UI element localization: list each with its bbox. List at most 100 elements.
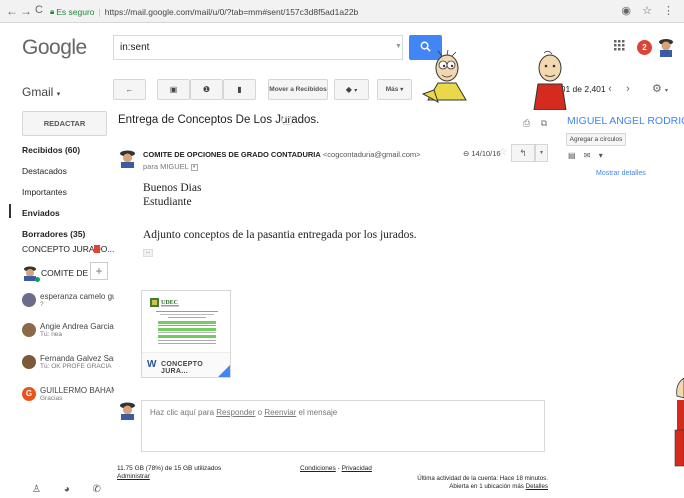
- forward-link[interactable]: Reenviar: [264, 408, 296, 417]
- attachment-preview: UDEC: [146, 294, 228, 352]
- privacy-link[interactable]: Privacidad: [342, 465, 372, 472]
- trash-icon: ▮: [237, 85, 242, 94]
- google-logo[interactable]: Google: [22, 36, 87, 60]
- word-document-icon: W: [147, 359, 157, 370]
- account-avatar[interactable]: [657, 37, 675, 57]
- avatar: G: [22, 387, 36, 401]
- sidebar-item-starred[interactable]: Destacados: [22, 165, 120, 186]
- back-arrow-icon: ←: [125, 85, 134, 94]
- hangouts-bottom-icons[interactable]: ♙ ◕ ✆: [32, 484, 111, 495]
- show-trimmed-content-button[interactable]: ...: [143, 249, 153, 257]
- sender-avatar: [120, 150, 135, 168]
- search-input[interactable]: in:sent: [113, 35, 403, 60]
- add-contact-button[interactable]: +: [90, 262, 108, 280]
- terms-links: Condiciones - Privacidad: [300, 465, 372, 472]
- document-thumbnail: UDEC: [150, 298, 218, 344]
- label-icon: ◆: [345, 85, 352, 94]
- sidebar-item-inbox[interactable]: Recibidos (60): [22, 144, 120, 165]
- contact-panel-name[interactable]: MIGUEL ANGEL RODRIG...: [567, 115, 684, 127]
- body-greeting: Buenos Dias: [143, 182, 202, 194]
- manage-storage-link[interactable]: Administrar: [117, 473, 150, 480]
- pagination-count: 301 de 2,401: [556, 84, 606, 94]
- back-to-list-button[interactable]: ←: [113, 79, 146, 100]
- reply-link[interactable]: Responder: [216, 408, 255, 417]
- storage-info: 11.75 GB (78%) de 15 GB utilizados Admin…: [117, 465, 221, 481]
- account-activity: Última actividad de la cuenta: Hace 18 m…: [415, 475, 548, 491]
- apps-grid-icon[interactable]: [614, 40, 625, 54]
- show-details-link[interactable]: Mostrar detalles: [596, 170, 646, 177]
- storage-usage: 11.75 GB (78%) de 15 GB utilizados: [117, 465, 222, 472]
- sender-email: <cogcontaduria@gmail.com>: [322, 150, 421, 159]
- more-actions-button[interactable]: Más ▾: [377, 79, 412, 100]
- chevron-down-icon: ▾: [539, 150, 543, 156]
- move-to-inbox-button[interactable]: Mover a Recibidos: [268, 79, 328, 100]
- lock-icon: 🔒︎: [50, 6, 55, 16]
- chevron-down-icon: ▾: [400, 87, 404, 93]
- contact-item[interactable]: Angie Andrea Garcia Tú: nea: [22, 322, 114, 338]
- sidebar-item-important[interactable]: Importantes: [22, 186, 120, 207]
- my-avatar: [120, 402, 135, 420]
- show-details-dropdown-icon[interactable]: ▾: [190, 163, 198, 171]
- secure-label: Es seguro: [56, 6, 95, 17]
- attachment-footer: W CONCEPTO JURA...: [142, 352, 230, 377]
- labels-button[interactable]: ◆ ▾: [334, 79, 369, 100]
- contact-item[interactable]: Fernanda Galvez Sal Tú: OK PROFE GRACIA: [22, 354, 114, 370]
- sender-name[interactable]: COMITE DE OPCIONES DE GRADO CONTADURIA: [143, 150, 321, 159]
- gmail-menu-label: Gmail: [22, 85, 54, 99]
- cartoon-character-overlay: [674, 378, 684, 467]
- back-arrow-icon[interactable]: ←: [6, 4, 18, 18]
- sidebar-label-concepto[interactable]: CONCEPTO JURADO...: [22, 244, 114, 254]
- reply-button[interactable]: ↰: [511, 144, 535, 162]
- gear-icon: ⚙: [652, 83, 662, 95]
- delete-button[interactable]: ▮: [223, 79, 256, 100]
- address-bar[interactable]: 🔒︎ Es seguro | https://mail.google.com/m…: [50, 3, 670, 20]
- url-text[interactable]: https://mail.google.com/mail/u/0/?tab=mm…: [105, 7, 359, 17]
- sender-line: COMITE DE OPCIONES DE GRADO CONTADURIA <…: [143, 150, 421, 159]
- cartoon-character-overlay: [533, 50, 567, 110]
- date-text: 14/10/16: [471, 149, 501, 158]
- folder-list: Recibidos (60) Destacados Importantes En…: [22, 144, 120, 249]
- settings-button[interactable]: ⚙ ▾: [645, 79, 675, 100]
- reply-prompt-pre: Haz clic aquí para: [150, 408, 217, 417]
- next-page-button[interactable]: ›: [619, 79, 637, 100]
- contact-item[interactable]: G GUILLERMO BAHAM Gracias: [22, 386, 114, 402]
- activity-details-link[interactable]: Detalles: [526, 483, 548, 490]
- terms-link[interactable]: Condiciones: [300, 465, 336, 472]
- contact-last-message: Gracias: [40, 395, 63, 402]
- forward-arrow-icon[interactable]: →: [20, 4, 32, 18]
- search-icon: [420, 41, 431, 52]
- contact-name: GUILLERMO BAHAM: [40, 386, 114, 395]
- contact-last-message: Tú: OK PROFE GRACIA: [40, 363, 112, 370]
- search-options-caret-icon[interactable]: ▼: [395, 43, 402, 50]
- print-expand-icons[interactable]: ⎙ ⧉: [523, 118, 551, 129]
- reply-prompt-post: el mensaje: [296, 408, 338, 417]
- message-date: ⊖ 14/10/16: [463, 149, 501, 158]
- label-tag-icon[interactable]: [282, 117, 292, 125]
- reply-icon: ↰: [519, 148, 527, 158]
- contact-name: Fernanda Galvez Sal: [40, 354, 114, 363]
- reload-icon[interactable]: C: [35, 4, 43, 16]
- gmail-menu[interactable]: Gmail ▾: [22, 85, 60, 99]
- browser-toolbar: ← → C 🔒︎ Es seguro | https://mail.google…: [0, 0, 684, 23]
- contact-name: Angie Andrea Garcia: [40, 322, 114, 331]
- star-icon[interactable]: ☆: [498, 147, 507, 158]
- add-to-circles-button[interactable]: Agregar a círculos: [566, 133, 626, 146]
- contact-panel-icons[interactable]: ▤ ✉ ▾: [568, 151, 606, 160]
- contact-last-message: ?: [40, 301, 44, 308]
- sidebar-item-sent[interactable]: Enviados: [22, 207, 120, 228]
- browser-actions-icons[interactable]: ◉ ☆ ⋮: [621, 4, 678, 17]
- attachment-card[interactable]: UDEC W CONCEPTO JURA...: [141, 290, 231, 378]
- spam-icon: ❶: [202, 85, 211, 94]
- reply-box[interactable]: Haz clic aquí para Responder o Reenviar …: [141, 400, 545, 452]
- more-options-button[interactable]: ▾: [535, 144, 548, 162]
- search-button[interactable]: [409, 35, 442, 60]
- compose-button[interactable]: REDACTAR: [22, 111, 107, 136]
- contact-item[interactable]: esperanza camelo gu ?: [22, 292, 114, 308]
- url-separator: |: [98, 6, 101, 17]
- recipient-line: para MIGUEL ▾: [143, 162, 198, 171]
- notification-badge[interactable]: 2: [637, 40, 652, 55]
- previous-page-button[interactable]: ‹: [601, 79, 619, 100]
- archive-button[interactable]: ▣: [157, 79, 190, 100]
- report-spam-button[interactable]: ❶: [190, 79, 223, 100]
- contact-name: esperanza camelo gu: [40, 292, 114, 301]
